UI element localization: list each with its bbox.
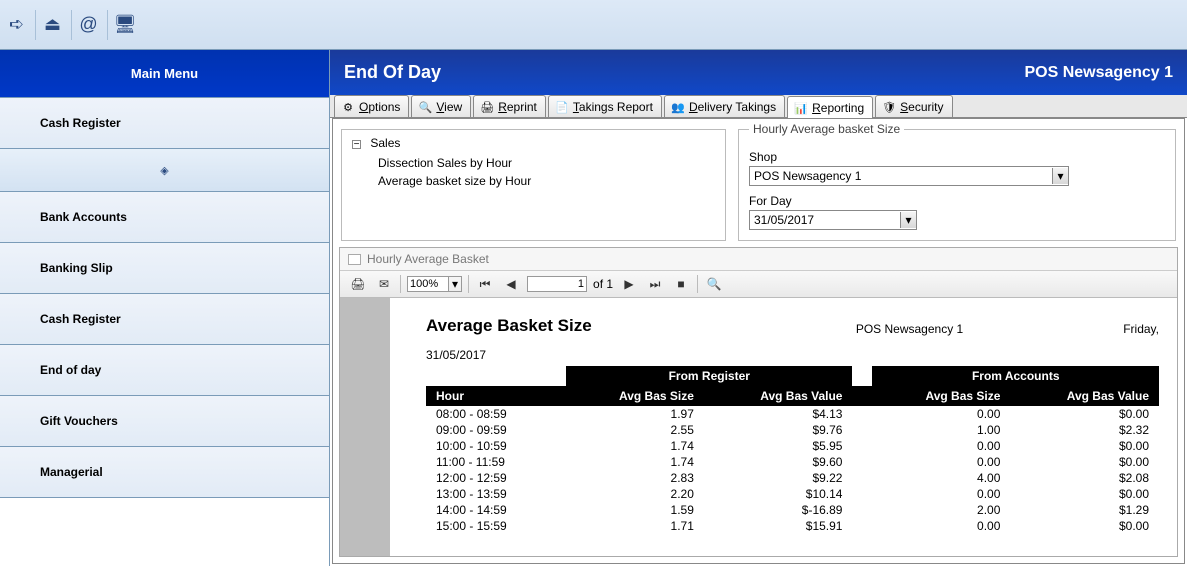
sidebar-header: Main Menu bbox=[0, 50, 329, 98]
table-row: 11:00 - 11:591.74$9.600.00$0.00 bbox=[426, 454, 1159, 470]
report-gutter bbox=[340, 298, 390, 556]
report-weekday: Friday, bbox=[1123, 322, 1159, 336]
chevron-down-icon[interactable]: ▾ bbox=[449, 276, 462, 292]
table-row: 14:00 - 14:591.59$-16.892.00$1.29 bbox=[426, 502, 1159, 518]
day-label: For Day bbox=[749, 194, 1165, 208]
at-icon[interactable]: @ bbox=[78, 10, 108, 40]
tab-view[interactable]: 🔍 View bbox=[411, 95, 471, 117]
page-of-label: of 1 bbox=[593, 277, 613, 291]
tab-reporting[interactable]: 📊 Reporting bbox=[787, 96, 873, 118]
report-tree: − Sales Dissection Sales by Hour Average… bbox=[341, 129, 726, 241]
report-title: Average Basket Size bbox=[426, 316, 592, 336]
zoom-input[interactable] bbox=[407, 276, 449, 292]
tab-icon: 🔍 bbox=[418, 100, 432, 114]
table-row: 15:00 - 15:591.71$15.910.00$0.00 bbox=[426, 518, 1159, 534]
monitor-icon[interactable]: 🖥 bbox=[114, 10, 144, 40]
report-shop: POS Newsagency 1 bbox=[856, 322, 963, 336]
tab-takings-report[interactable]: 📄 Takings Report bbox=[548, 95, 662, 117]
chevron-down-icon: ▾ bbox=[900, 212, 916, 228]
table-row: 09:00 - 09:592.55$9.761.00$2.32 bbox=[426, 422, 1159, 438]
app-toolbar: ➪ ⏏ @ 🖥 bbox=[0, 0, 1187, 50]
stop-icon[interactable]: ■ bbox=[671, 275, 691, 293]
next-page-icon[interactable]: ▶ bbox=[619, 275, 639, 293]
tab-icon: ⚙ bbox=[341, 100, 355, 114]
tab-label: Reporting bbox=[812, 101, 864, 115]
tab-icon: 📄 bbox=[555, 100, 569, 114]
eject-icon[interactable]: ⏏ bbox=[42, 10, 72, 40]
tab-icon: 🛡 bbox=[882, 100, 896, 114]
tree-collapse-icon[interactable]: − bbox=[352, 140, 361, 149]
page-input[interactable] bbox=[527, 276, 587, 292]
tab-bar: ⚙ Options 🔍 View 🖨 Reprint 📄 Takings Report 👥 Del… bbox=[330, 95, 1187, 118]
sidebar-item-cash-register-1[interactable]: Cash Register bbox=[0, 98, 329, 149]
report-date: 31/05/2017 bbox=[426, 348, 1159, 362]
table-row: 13:00 - 13:592.20$10.140.00$0.00 bbox=[426, 486, 1159, 502]
tab-security[interactable]: 🛡 Security bbox=[875, 95, 952, 117]
chevron-down-icon: ▾ bbox=[1052, 168, 1068, 184]
tab-icon: 📊 bbox=[794, 101, 808, 115]
filter-group: Hourly Average basket Size Shop POS News… bbox=[738, 129, 1176, 241]
tab-icon: 🖨 bbox=[480, 100, 494, 114]
sidebar-item-bank-accounts[interactable]: Bank Accounts bbox=[0, 192, 329, 243]
page-title: End Of Day bbox=[344, 62, 441, 83]
sidebar-item-banking-slip[interactable]: Banking Slip bbox=[0, 243, 329, 294]
tab-reprint[interactable]: 🖨 Reprint bbox=[473, 95, 546, 117]
shop-select[interactable]: POS Newsagency 1 ▾ bbox=[749, 166, 1069, 186]
shop-label: Shop bbox=[749, 150, 1165, 164]
sidebar-subitem[interactable]: ◈ bbox=[0, 149, 329, 192]
prev-page-icon[interactable]: ◀ bbox=[501, 275, 521, 293]
day-select[interactable]: 31/05/2017 ▾ bbox=[749, 210, 917, 230]
first-page-icon[interactable]: ⏮ bbox=[475, 275, 495, 293]
sidebar-item-gift-vouchers[interactable]: Gift Vouchers bbox=[0, 396, 329, 447]
sidebar-item-cash-register-2[interactable]: Cash Register bbox=[0, 294, 329, 345]
page-header: End Of Day POS Newsagency 1 bbox=[330, 50, 1187, 95]
tree-item-dissection[interactable]: Dissection Sales by Hour bbox=[378, 154, 717, 172]
report-table: From Register From Accounts Hour Avg Bas… bbox=[426, 366, 1159, 534]
col-group-register: From Register bbox=[566, 366, 852, 386]
tab-label: Options bbox=[359, 100, 400, 114]
table-row: 12:00 - 12:592.83$9.224.00$2.08 bbox=[426, 470, 1159, 486]
search-icon[interactable]: 🔍 bbox=[704, 275, 724, 293]
tab-options[interactable]: ⚙ Options bbox=[334, 95, 409, 117]
report-toolbar: 🖨 ✉ ▾ ⏮ ◀ of 1 ▶ ⏭ ■ bbox=[340, 271, 1177, 298]
table-row: 10:00 - 10:591.74$5.950.00$0.00 bbox=[426, 438, 1159, 454]
report-window-title: Hourly Average Basket bbox=[340, 248, 1177, 271]
tab-label: View bbox=[436, 100, 462, 114]
diamond-icon: ◈ bbox=[160, 165, 168, 177]
tree-root-label[interactable]: Sales bbox=[370, 136, 400, 150]
tab-label: Security bbox=[900, 100, 943, 114]
tab-label: Delivery Takings bbox=[689, 100, 776, 114]
forward-icon[interactable]: ➪ bbox=[6, 10, 36, 40]
sidebar-item-end-of-day[interactable]: End of day bbox=[0, 345, 329, 396]
sidebar-item-managerial[interactable]: Managerial bbox=[0, 447, 329, 498]
last-page-icon[interactable]: ⏭ bbox=[645, 275, 665, 293]
page-subtitle: POS Newsagency 1 bbox=[1024, 64, 1173, 82]
print-icon[interactable]: 🖨 bbox=[348, 275, 368, 293]
table-row: 08:00 - 08:591.97$4.130.00$0.00 bbox=[426, 406, 1159, 422]
report-viewer: Hourly Average Basket 🖨 ✉ ▾ ⏮ ◀ bbox=[339, 247, 1178, 557]
tab-label: Reprint bbox=[498, 100, 537, 114]
filter-legend: Hourly Average basket Size bbox=[749, 122, 904, 136]
window-icon bbox=[348, 254, 361, 265]
tab-delivery-takings[interactable]: 👥 Delivery Takings bbox=[664, 95, 785, 117]
col-group-accounts: From Accounts bbox=[872, 366, 1159, 386]
tree-item-avg-basket[interactable]: Average basket size by Hour bbox=[378, 172, 717, 190]
export-icon[interactable]: ✉ bbox=[374, 275, 394, 293]
tab-label: Takings Report bbox=[573, 100, 653, 114]
tab-icon: 👥 bbox=[671, 100, 685, 114]
